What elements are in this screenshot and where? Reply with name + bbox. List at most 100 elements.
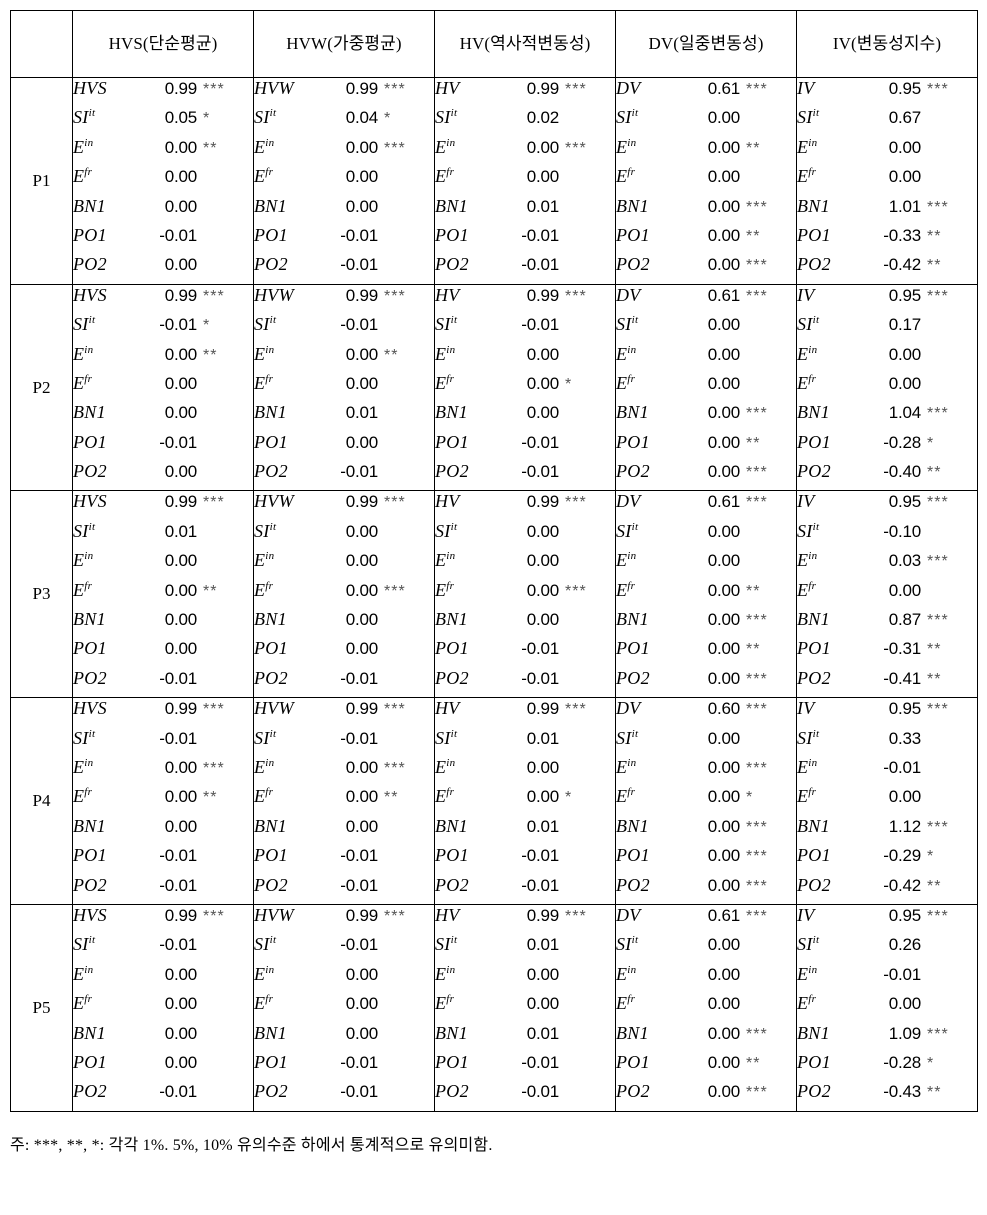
variable-base: E <box>435 963 447 984</box>
variable-superscript: in <box>84 756 94 769</box>
coefficient-row: Ein 0.00 *** <box>616 757 796 786</box>
model-cell: HVW 0.99 *** SIit 0.00 Ein 0.00 Efr 0.00 *** BN1 0.… <box>253 490 435 699</box>
variable-name: Ein <box>435 344 497 365</box>
coefficient-value: 0.00 <box>164 255 197 275</box>
variable-name: SIit <box>254 934 316 955</box>
variable-name: Ein <box>254 964 316 985</box>
coefficient-row: HVS 0.99 *** <box>73 698 253 727</box>
coefficient-value: 0.00 <box>345 551 378 571</box>
variable-base: E <box>73 136 85 157</box>
variable-superscript: it <box>812 314 820 327</box>
variable-superscript: it <box>450 520 458 533</box>
coefficient-row: BN1 0.00 <box>254 1023 434 1052</box>
significance-stars: ** <box>746 139 761 157</box>
variable-base: HVS <box>73 284 107 305</box>
variable-base: SI <box>254 727 270 748</box>
variable-name: Ein <box>435 137 497 158</box>
coefficient-value: 0.02 <box>526 108 559 128</box>
coefficient-row: PO2 -0.01 <box>435 1081 615 1110</box>
variable-base: E <box>435 756 447 777</box>
coefficient-row: Efr 0.00 ** <box>73 786 253 815</box>
coefficient-list: HVW 0.99 *** SIit -0.01 Ein 0.00 Efr 0.00 BN1 0.00… <box>254 905 434 1111</box>
variable-base: PO2 <box>254 461 288 482</box>
variable-base: SI <box>73 727 89 748</box>
significance-stars: ** <box>927 641 942 659</box>
variable-name: BN1 <box>797 609 859 630</box>
coefficient-row: Efr 0.00 <box>797 166 977 195</box>
variable-name: Efr <box>435 580 497 601</box>
coefficient-row: Ein 0.00 <box>797 344 977 373</box>
variable-base: E <box>797 136 809 157</box>
variable-name: Efr <box>254 786 316 807</box>
significance-stars: * <box>565 375 573 393</box>
variable-base: SI <box>254 107 270 128</box>
coefficient-value: 0.99 <box>345 79 378 98</box>
coefficient-value: -0.01 <box>159 935 197 955</box>
variable-name: SIit <box>254 521 316 542</box>
column-header-hvs: HVS(단순평균) <box>72 10 254 78</box>
variable-name: Ein <box>616 550 678 571</box>
coefficient-value: 0.00 <box>164 610 197 630</box>
variable-superscript: fr <box>808 166 817 179</box>
coefficient-row: BN1 0.01 <box>254 402 434 431</box>
coefficient-row: Efr 0.00 * <box>435 786 615 815</box>
variable-superscript: it <box>269 314 277 327</box>
variable-name: PO1 <box>254 432 316 453</box>
variable-base: PO1 <box>797 224 831 245</box>
coefficient-row: PO2 -0.01 <box>435 875 615 904</box>
significance-stars: *** <box>203 701 225 719</box>
variable-superscript: it <box>88 727 96 740</box>
variable-base: HVW <box>254 491 294 512</box>
table-footnote: 주: ***, **, *: 각각 1%. 5%, 10% 유의수준 하에서 통… <box>10 1136 493 1154</box>
coefficient-row: PO2 0.00 <box>73 461 253 490</box>
variable-name: PO1 <box>435 225 497 246</box>
variable-name: Efr <box>435 166 497 187</box>
variable-name: Ein <box>254 344 316 365</box>
variable-base: PO2 <box>616 461 650 482</box>
variable-base: BN1 <box>797 402 830 423</box>
variable-base: SI <box>435 520 451 541</box>
coefficient-row: BN1 0.87 *** <box>797 609 977 638</box>
coefficient-row: SIit -0.01 * <box>73 314 253 343</box>
variable-name: SIit <box>435 934 497 955</box>
coefficient-row: PO1 0.00 *** <box>616 845 796 874</box>
variable-base: E <box>73 166 85 187</box>
coefficient-value: -0.01 <box>340 875 378 895</box>
coefficient-row: SIit 0.67 <box>797 107 977 136</box>
variable-name: SIit <box>616 728 678 749</box>
variable-superscript: in <box>627 550 637 563</box>
coefficient-value: -0.01 <box>883 964 921 984</box>
variable-base: PO2 <box>254 254 288 275</box>
coefficient-value: -0.29 <box>883 846 921 866</box>
coefficient-row: PO1 -0.01 <box>435 432 615 461</box>
coefficient-value: 0.99 <box>164 699 197 719</box>
variable-base: SI <box>616 314 632 335</box>
significance-stars: * <box>384 110 392 128</box>
model-cell: HVW 0.99 *** SIit -0.01 Ein 0.00 ** Efr 0.00 BN1 0.… <box>253 283 435 492</box>
coefficient-row: PO2 -0.01 <box>254 875 434 904</box>
coefficient-row: HV 0.99 *** <box>435 905 615 934</box>
variable-superscript: in <box>446 963 456 976</box>
coefficient-value: 0.01 <box>526 935 559 955</box>
variable-base: SI <box>73 314 89 335</box>
coefficient-row: PO1 0.00 <box>73 638 253 667</box>
coefficient-value: 0.00 <box>345 196 378 216</box>
variable-base: HVS <box>73 491 107 512</box>
coefficient-row: SIit -0.01 <box>73 728 253 757</box>
coefficient-value: -0.01 <box>159 875 197 895</box>
variable-superscript: in <box>627 963 637 976</box>
variable-base: BN1 <box>616 815 649 836</box>
variable-name: PO1 <box>435 432 497 453</box>
coefficient-row: BN1 0.00 <box>73 196 253 225</box>
coefficient-value: 0.99 <box>164 79 197 98</box>
significance-stars: *** <box>746 1025 768 1043</box>
significance-stars: ** <box>927 227 942 245</box>
coefficient-value: 0.87 <box>888 610 921 630</box>
coefficient-row: Efr 0.00 *** <box>254 580 434 609</box>
coefficient-value: 0.00 <box>707 167 740 187</box>
model-cell: IV 0.95 *** SIit 0.17 Ein 0.00 Efr 0.00 BN1 1.04 **… <box>796 283 978 492</box>
coefficient-value: 0.00 <box>707 964 740 984</box>
coefficient-value: 0.01 <box>526 728 559 748</box>
variable-base: PO2 <box>435 874 469 895</box>
coefficient-value: 0.99 <box>526 492 559 512</box>
